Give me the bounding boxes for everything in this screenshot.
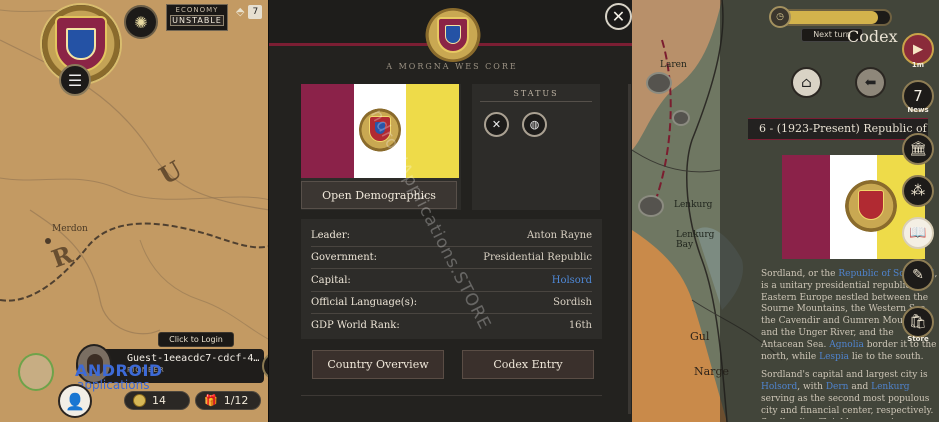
country-overview-button[interactable]: Country Overview [312, 350, 444, 379]
notes-button[interactable]: ✎ [902, 259, 934, 291]
codex-button[interactable]: 📖 [902, 217, 934, 249]
tags-icon: ⬘ [236, 5, 245, 18]
globe-icon[interactable]: ◍ [522, 112, 547, 137]
play-icon: ▶ [913, 41, 923, 57]
gdp-rank-label: GDP World Rank: [311, 319, 400, 331]
army-unit-icon[interactable] [638, 195, 664, 217]
economy-status: UNSTABLE [170, 15, 224, 26]
building-columns-icon: 🏛 [909, 141, 927, 157]
document-icon: ✎ [912, 267, 924, 283]
codex-text-run: and [848, 382, 872, 393]
profile-button[interactable]: 👤 [58, 384, 92, 418]
tag-count: 7 [248, 4, 263, 19]
government-value: Presidential Republic [483, 252, 592, 263]
close-icon: ✕ [611, 7, 626, 26]
lightbulb-icon: ✺ [134, 12, 148, 32]
government-button[interactable]: 🏛 [902, 133, 934, 165]
map-label-lenkurg-bay: Lenkurg Bay [676, 230, 715, 250]
tag-counter[interactable]: ⬘ 7 [236, 4, 263, 19]
info-row-gdp-rank: GDP World Rank: 16th [311, 314, 592, 336]
people-icon: ⁂ [911, 183, 925, 199]
timer-label: 1m [911, 61, 925, 69]
economy-label: ECONOMY [175, 6, 219, 14]
status-heading: STATUS [480, 89, 592, 102]
mascot-icon [18, 353, 54, 391]
language-value: Sordish [553, 297, 592, 308]
capital-label: Capital: [311, 275, 351, 286]
language-label: Official Language(s): [311, 297, 418, 308]
coin-count: 14 [152, 394, 166, 407]
news-count: 7 [913, 87, 923, 105]
capital-link[interactable]: Holsord [552, 275, 592, 286]
close-button[interactable]: ✕ [605, 3, 632, 30]
book-icon: 📖 [909, 225, 927, 241]
codex-paragraph-2: Sordland's capital and largest city is H… [761, 370, 939, 419]
codex-entry-title: 6 - (1923-Present) Republic of Sordland [748, 118, 928, 140]
coin-counter[interactable]: 14 [124, 391, 190, 410]
army-unit-icon[interactable] [646, 72, 672, 94]
map-label-gul: Gul [690, 330, 710, 343]
slot-count: 1/12 [223, 394, 249, 407]
army-unit-icon[interactable] [672, 110, 690, 126]
turn-timer-icon[interactable]: ◷ [769, 6, 791, 28]
login-tooltip[interactable]: Click to Login [158, 332, 234, 347]
slot-counter[interactable]: 🎁 1/12 [195, 391, 261, 410]
codex-link[interactable]: Lespia [819, 352, 849, 362]
map-label-lenkurg: Lenkurg [674, 200, 713, 210]
nation-shield-icon [55, 16, 107, 72]
codex-body: Sordland, or the Republic of Sordland, i… [761, 269, 939, 419]
modal-subtitle: A MORGNA WES CORE [386, 62, 518, 71]
arrow-left-icon: ⬅ [864, 74, 877, 91]
info-row-language: Official Language(s): Sordish [311, 292, 592, 314]
store-label: Store [907, 335, 929, 343]
leader-label: Leader: [311, 230, 350, 241]
codex-entry-button[interactable]: Codex Entry [462, 350, 594, 379]
crossed-flags-icon[interactable]: ✕ [484, 112, 509, 137]
country-modal: ✕ A MORGNA WES CORE Open Demographics ST… [268, 0, 635, 422]
list-icon: ☰ [67, 70, 83, 90]
gdp-rank-value: 16th [568, 319, 592, 331]
home-icon: ⌂ [801, 74, 812, 91]
codex-back-button[interactable]: ⬅ [855, 67, 886, 98]
codex-text-run: , with [797, 382, 826, 393]
codex-text-run: lie to the south. [849, 351, 924, 362]
menu-button[interactable]: ☰ [59, 64, 91, 96]
country-crest [425, 8, 481, 62]
coin-icon [133, 394, 146, 407]
codex-link[interactable]: Dern [826, 382, 849, 392]
store-button[interactable]: 🛍 [902, 306, 934, 338]
ideas-button[interactable]: ✺ [124, 5, 158, 39]
status-card: STATUS ✕ ◍ [472, 84, 600, 210]
government-label: Government: [311, 252, 378, 263]
codex-link[interactable]: Agnolia [829, 340, 864, 350]
codex-title: Codex [847, 27, 898, 46]
store-icon: 🛍 [909, 314, 927, 330]
user-icon: 👤 [65, 391, 85, 411]
map-label-merdon: Merdon [52, 224, 88, 234]
gift-icon: 🎁 [204, 394, 218, 407]
leader-value: Anton Rayne [526, 230, 592, 241]
map-label-laren: Laren [660, 60, 687, 70]
news-label: News [907, 106, 929, 114]
codex-link[interactable]: Lenkurg [871, 382, 909, 392]
modal-scrollbar[interactable] [628, 84, 631, 414]
crest-shield-icon [437, 17, 469, 53]
codex-flag-emblem-icon [845, 180, 897, 232]
codex-text-run: Sordland's capital and largest city is [761, 370, 928, 381]
codex-link[interactable]: Holsord [761, 382, 797, 392]
codex-text-run: Sordland, or the [761, 269, 839, 279]
economy-indicator[interactable]: ECONOMY UNSTABLE [166, 4, 228, 31]
population-button[interactable]: ⁂ [902, 175, 934, 207]
codex-home-button[interactable]: ⌂ [791, 67, 822, 98]
divider [301, 395, 602, 396]
codex-text-run: serving as the second most populous city… [761, 393, 934, 419]
